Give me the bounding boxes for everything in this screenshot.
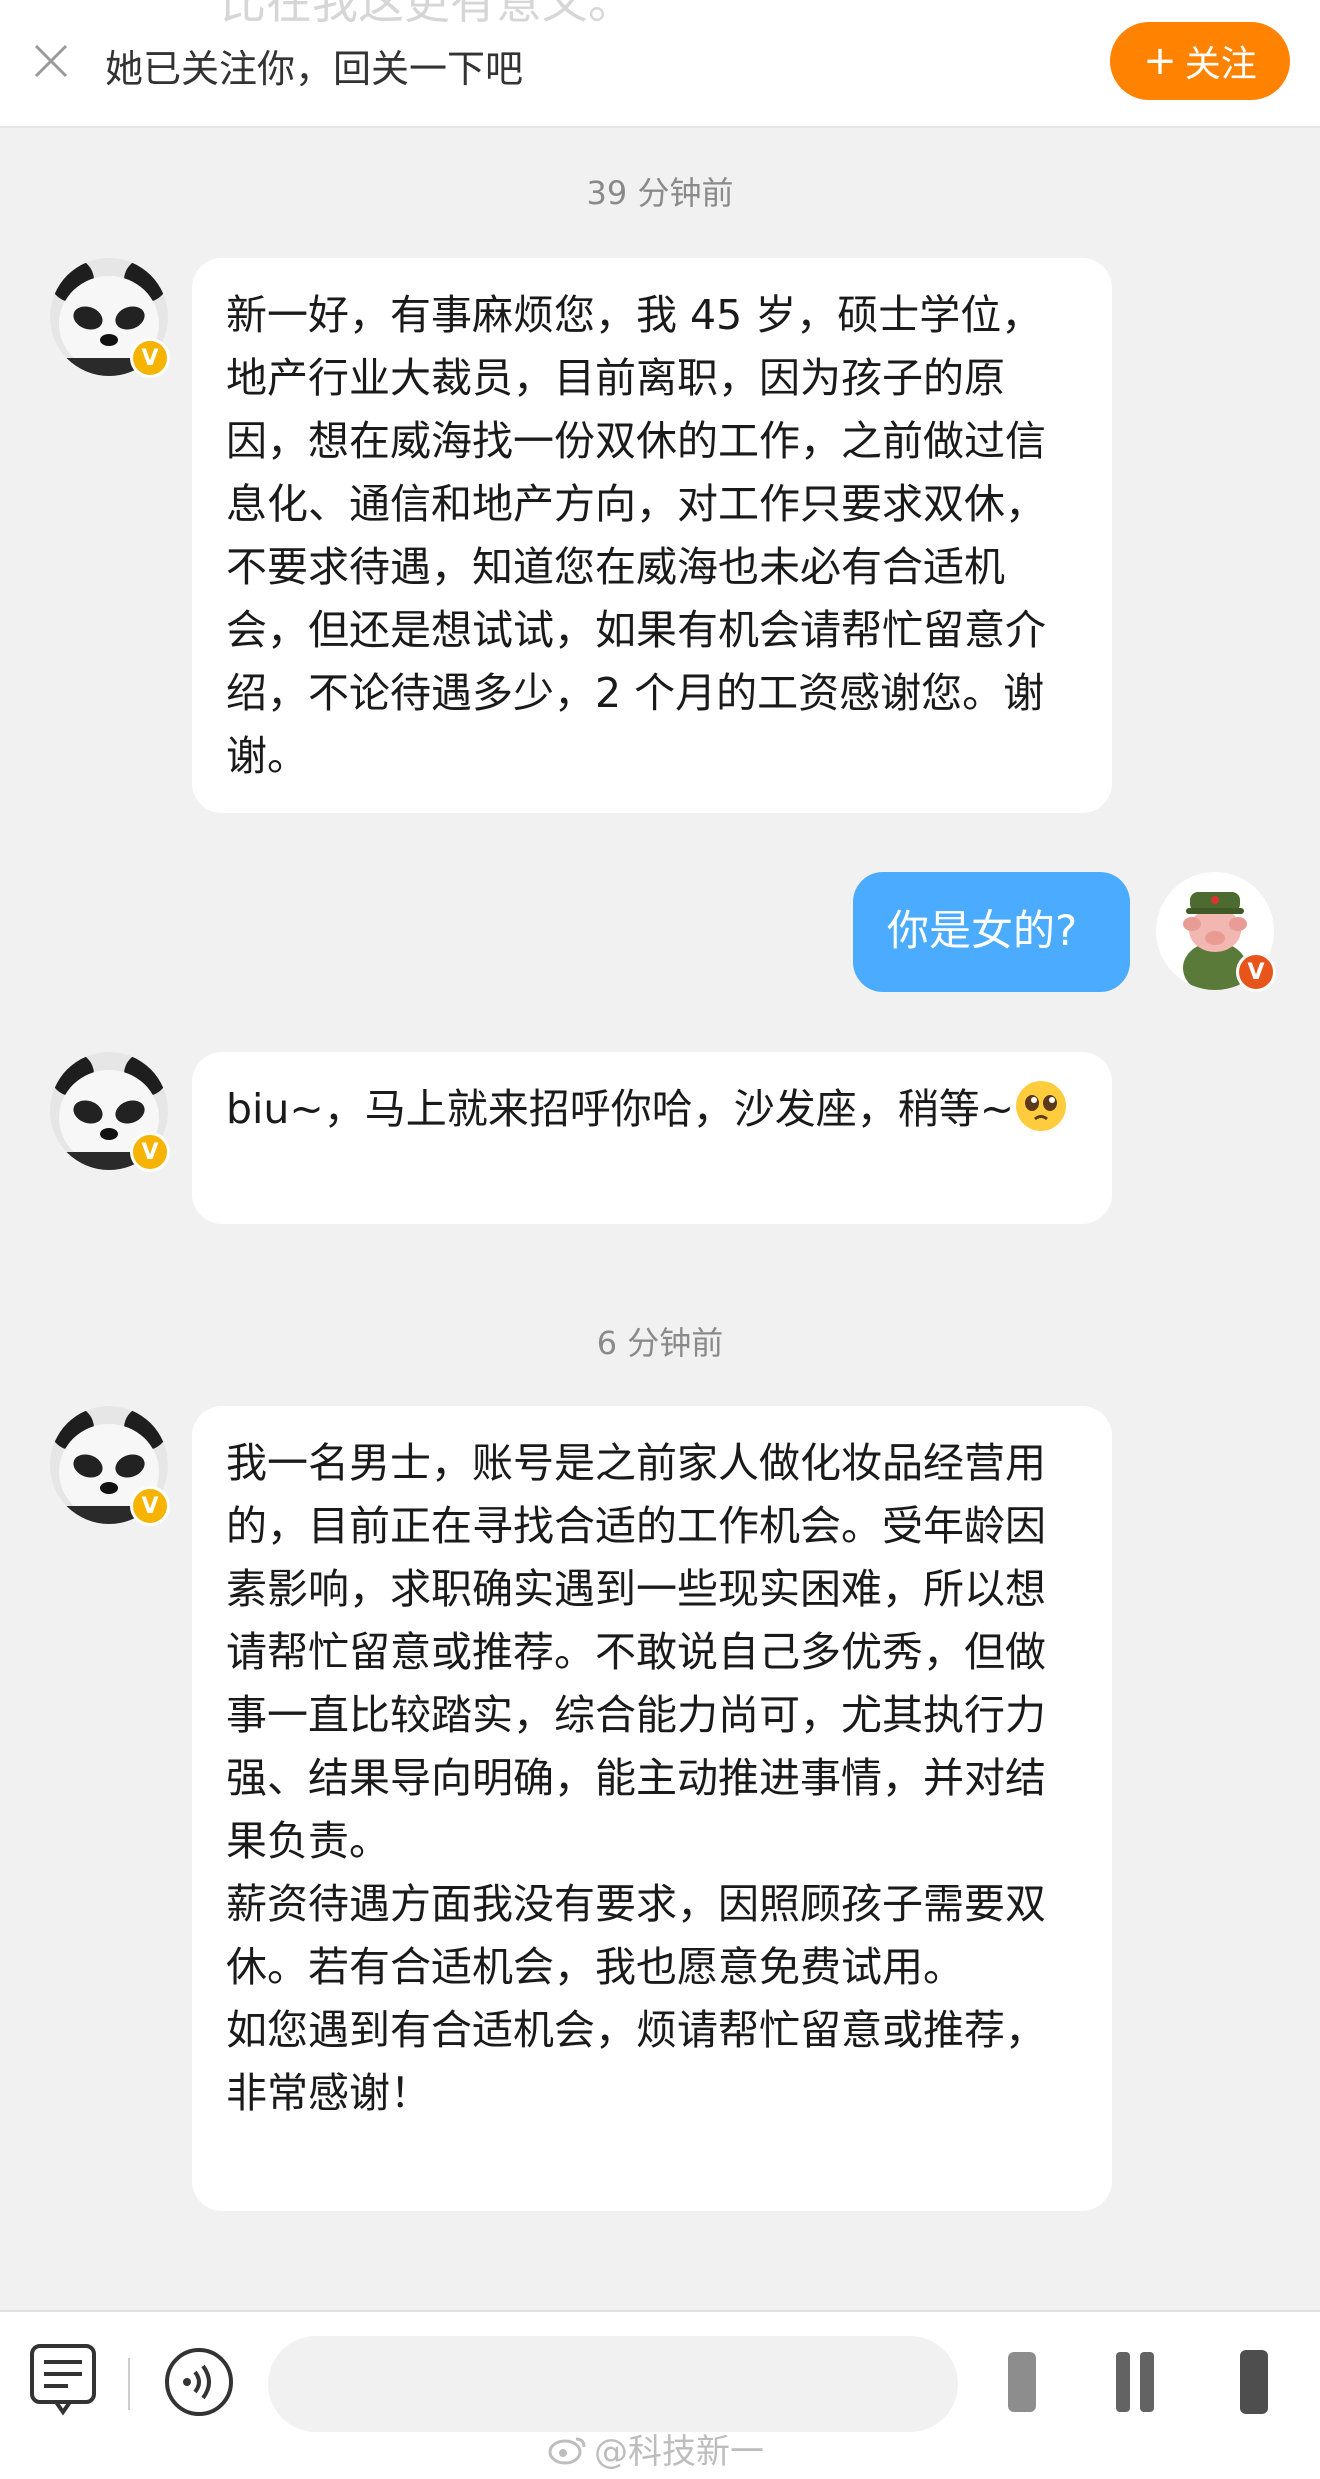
follow-back-hint: 她已关注你，回关一下吧 (105, 47, 524, 91)
add-icon[interactable] (1240, 2350, 1268, 2414)
verified-badge-icon: V (130, 1486, 170, 1526)
watermark-text: @科技新一 (594, 2432, 764, 2472)
my-avatar[interactable]: V (1156, 872, 1276, 992)
toolbar-extra-icons (1008, 2350, 1268, 2414)
emoji-icon[interactable] (1008, 2352, 1036, 2412)
timestamp: 6 分钟前 (596, 1324, 724, 1362)
weibo-logo-icon (548, 2437, 586, 2464)
verified-badge-icon: V (130, 338, 170, 378)
timestamp: 39 分钟前 (586, 174, 734, 212)
close-icon[interactable] (28, 38, 74, 84)
follow-button[interactable]: + 关注 (1110, 22, 1290, 100)
watermark: @科技新一 (548, 2424, 764, 2473)
plus-icon: + (1143, 38, 1177, 84)
follow-banner: 比在我这更有意义。 她已关注你，回关一下吧 + 关注 (0, 0, 1320, 128)
verified-badge-icon: V (1236, 952, 1276, 992)
pleading-face-emoji (1016, 1081, 1067, 1131)
sender-avatar[interactable]: V (50, 1406, 170, 1526)
message-input[interactable] (268, 2336, 958, 2432)
message-bubble[interactable]: biu~，马上就来招呼你哈，沙发座，稍等~ (192, 1052, 1112, 1224)
more-icon[interactable] (1116, 2352, 1154, 2412)
sender-avatar[interactable]: V (50, 258, 170, 378)
follow-button-label: 关注 (1184, 44, 1257, 85)
scrolled-text-peek: 比在我这更有意义。 (220, 0, 634, 29)
my-message-bubble[interactable]: 你是女的? (853, 872, 1130, 992)
sender-avatar[interactable]: V (50, 1052, 170, 1172)
message-bubble[interactable]: 新一好，有事麻烦您，我 45 岁，硕士学位，地产行业大裁员，目前离职，因为孩子的… (192, 258, 1112, 813)
verified-badge-icon: V (130, 1132, 170, 1172)
voice-icon[interactable] (163, 2346, 235, 2418)
message-text: biu~，马上就来招呼你哈，沙发座，稍等~ (226, 1085, 1015, 1133)
message-list-icon[interactable] (28, 2342, 98, 2418)
toolbar-divider (128, 2358, 130, 2410)
message-bubble[interactable]: 我一名男士，账号是之前家人做化妆品经营用的，目前正在寻找合适的工作机会。受年龄因… (192, 1406, 1112, 2211)
